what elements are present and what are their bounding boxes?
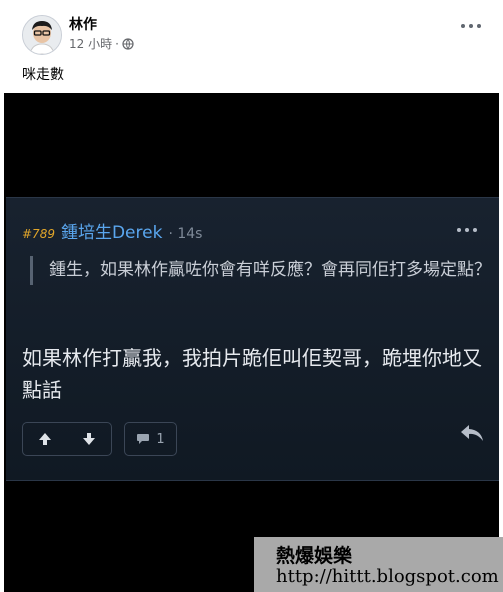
post-number: #789 (22, 227, 55, 241)
post-photo[interactable]: #789 鍾培生Derek · 14s 鍾生，如果林作贏咗你會有咩反應？會再同佢… (4, 93, 499, 592)
meta-separator: · (115, 36, 119, 51)
comment-username: 鍾培生Derek (60, 223, 163, 243)
reply-text: 如果林作打贏我，我拍片跪佢叫佢契哥，跪埋你地又點話 (22, 346, 482, 402)
arrow-up-icon (39, 433, 51, 445)
post-caption: 咪走數 (22, 67, 64, 83)
watermark-title: 熱爆娛樂 (276, 545, 353, 567)
comment-time: · 14s (168, 226, 203, 242)
author-avatar[interactable] (22, 15, 62, 55)
globe-icon (122, 37, 134, 50)
post-header: 林作 12 小時 · 咪走數 (0, 0, 503, 93)
post-author-name[interactable]: 林作 (69, 14, 97, 34)
arrow-down-icon (83, 433, 95, 445)
comment-count: 1 (156, 431, 165, 447)
comment-count-box: 1 (124, 422, 177, 456)
vote-box (22, 422, 112, 456)
watermark: 熱爆娛樂 http://hittt.blogspot.com (254, 537, 503, 592)
lihkg-comment-card: #789 鍾培生Derek · 14s 鍾生，如果林作贏咗你會有咩反應？會再同佢… (6, 197, 499, 481)
more-horizontal-icon (461, 24, 465, 28)
comment-icon (137, 434, 150, 444)
quoted-text: 鍾生，如果林作贏咗你會有咩反應？會再同佢打多場定點？ (30, 256, 499, 285)
comment-actions: 1 (22, 422, 177, 456)
post-meta: 12 小時 · (69, 35, 134, 52)
comment-header: #789 鍾培生Derek · 14s (22, 218, 202, 243)
post-time[interactable]: 12 小時 (69, 35, 112, 52)
reply-arrow-icon (461, 425, 483, 441)
avatar-image (23, 16, 61, 54)
post-more-options-button[interactable] (461, 24, 481, 28)
watermark-url: http://hittt.blogspot.com (276, 566, 499, 587)
comment-more-icon (457, 228, 477, 232)
